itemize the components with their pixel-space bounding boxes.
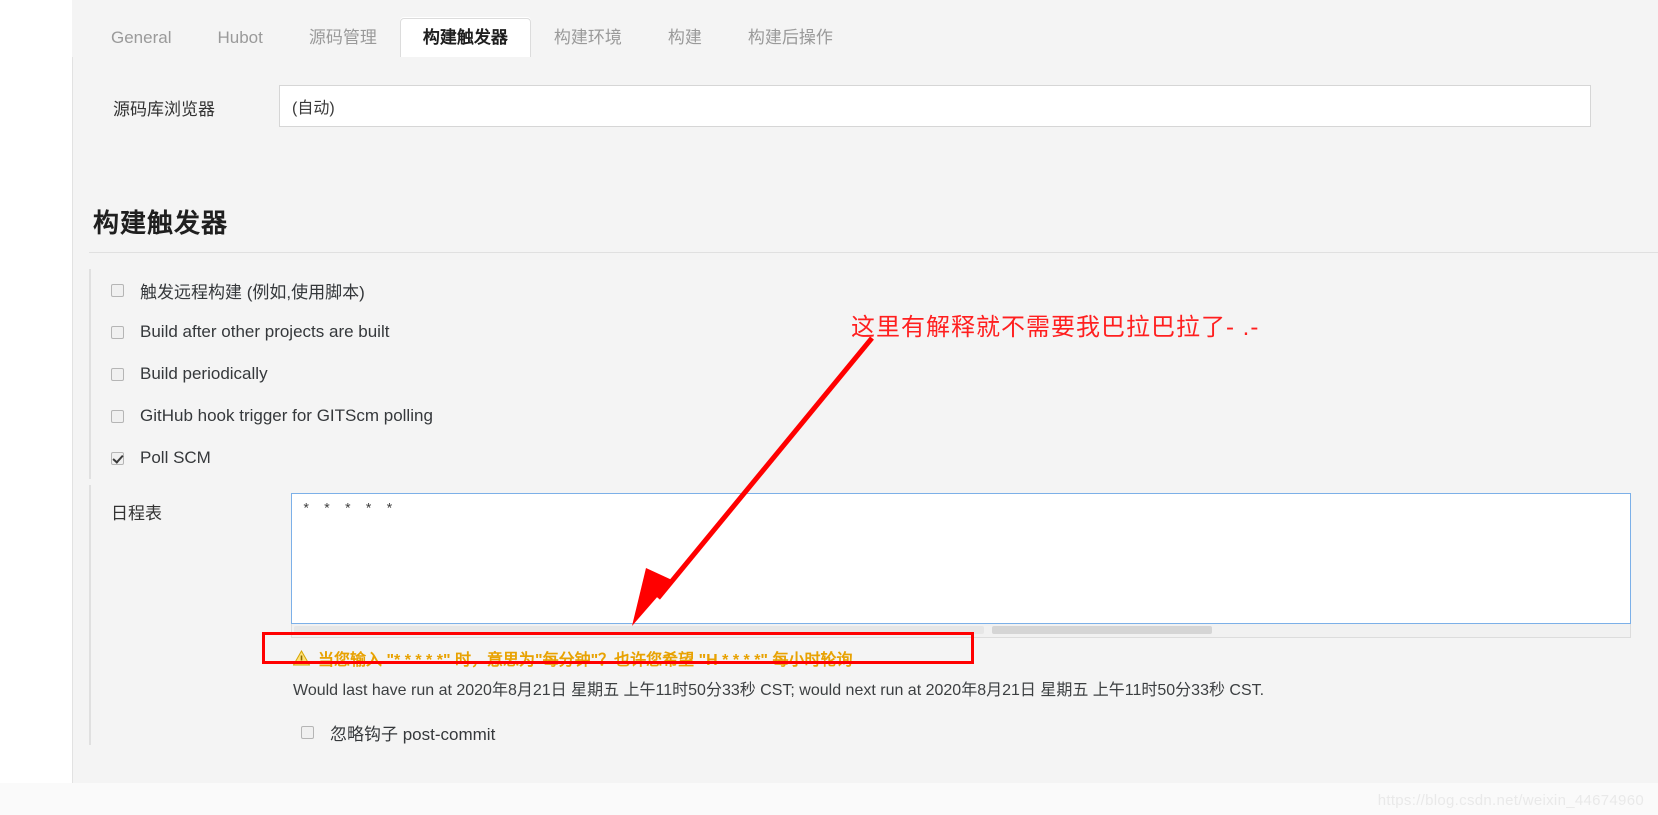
warning-icon	[293, 650, 310, 666]
schedule-input[interactable]	[291, 493, 1631, 624]
schedule-label: 日程表	[111, 504, 162, 523]
trigger-checkbox-list: 触发远程构建 (例如,使用脚本) Build after other proje…	[89, 269, 1658, 479]
trigger-build-after-projects-checkbox[interactable]	[111, 325, 124, 339]
scm-browser-row: 源码库浏览器 (自动)	[89, 85, 1658, 129]
trigger-build-periodically-checkbox[interactable]	[111, 367, 124, 381]
schedule-next-run-text: Would last have run at 2020年8月21日 星期五 上午…	[293, 682, 1265, 699]
ignore-post-commit-hook-label: 忽略钩子 post-commit	[330, 725, 496, 744]
config-body: 源码库浏览器 (自动) 构建触发器 触发远程构建 (例如,使用脚本) Build…	[72, 57, 1658, 815]
page-title: 构建触发器	[89, 203, 1658, 253]
watermark-text: https://blog.csdn.net/weixin_44674960	[1377, 792, 1644, 809]
scm-browser-section: 源码库浏览器 (自动)	[89, 63, 1658, 181]
tab-hubot[interactable]: Hubot	[194, 18, 285, 58]
schedule-scrollbar-track	[294, 626, 984, 634]
schedule-warning: 当您输入 "* * * * *" 时，意思为"每分钟"？也许您希望 "H * *…	[291, 646, 1631, 670]
trigger-remote-build-row[interactable]: 触发远程构建 (例如,使用脚本)	[91, 269, 1658, 311]
jenkins-job-config-page: General Hubot 源码管理 构建触发器 构建环境 构建 构建后操作 源…	[0, 0, 1658, 815]
trigger-github-hook-row[interactable]: GitHub hook trigger for GITScm polling	[91, 395, 1658, 437]
trigger-github-hook-label: GitHub hook trigger for GITScm polling	[140, 406, 433, 425]
left-gutter	[0, 0, 72, 815]
trigger-poll-scm-checkbox[interactable]	[111, 451, 124, 465]
schedule-warning-text: 当您输入 "* * * * *" 时，意思为"每分钟"？也许您希望 "H * *…	[318, 652, 853, 669]
scm-browser-label: 源码库浏览器	[113, 100, 215, 119]
tab-build[interactable]: 构建	[645, 18, 725, 58]
tab-build-triggers[interactable]: 构建触发器	[399, 18, 531, 58]
schedule-field-wrap: 当您输入 "* * * * *" 时，意思为"每分钟"？也许您希望 "H * *…	[291, 493, 1631, 745]
schedule-block: 日程表 * * * * * 当您输入 "* * * * *" 时，意思为"每分钟…	[89, 485, 1658, 745]
schedule-horizontal-scrollbar[interactable]	[291, 624, 1631, 638]
config-tab-list: General Hubot 源码管理 构建触发器 构建环境 构建 构建后操作	[88, 12, 856, 58]
trigger-poll-scm-row[interactable]: Poll SCM	[91, 437, 1658, 479]
trigger-remote-build-label: 触发远程构建 (例如,使用脚本)	[140, 282, 365, 302]
scm-browser-select[interactable]: (自动)	[279, 85, 1591, 127]
trigger-github-hook-checkbox[interactable]	[111, 409, 124, 423]
trigger-build-periodically-label: Build periodically	[140, 364, 268, 383]
schedule-scrollbar-thumb[interactable]	[992, 626, 1212, 634]
tab-scm[interactable]: 源码管理	[286, 18, 400, 58]
build-triggers-section: 构建触发器 触发远程构建 (例如,使用脚本) Build after other…	[89, 203, 1658, 745]
ignore-post-commit-hook-row[interactable]: 忽略钩子 post-commit	[291, 720, 1631, 745]
config-tab-bar: General Hubot 源码管理 构建触发器 构建环境 构建 构建后操作	[72, 0, 1658, 58]
trigger-build-after-projects-label: Build after other projects are built	[140, 322, 390, 341]
trigger-remote-build-checkbox[interactable]	[111, 283, 124, 297]
trigger-build-periodically-row[interactable]: Build periodically	[91, 353, 1658, 395]
trigger-poll-scm-label: Poll SCM	[140, 448, 211, 467]
ignore-post-commit-hook-checkbox[interactable]	[301, 726, 314, 739]
schedule-row: 日程表 * * * * * 当您输入 "* * * * *" 时，意思为"每分钟…	[111, 493, 1658, 745]
tab-post-build-actions[interactable]: 构建后操作	[725, 18, 856, 58]
tab-general[interactable]: General	[88, 18, 194, 58]
annotation-note: 这里有解释就不需要我巴拉巴拉了- .-	[851, 314, 1260, 341]
tab-build-environment[interactable]: 构建环境	[531, 18, 645, 58]
